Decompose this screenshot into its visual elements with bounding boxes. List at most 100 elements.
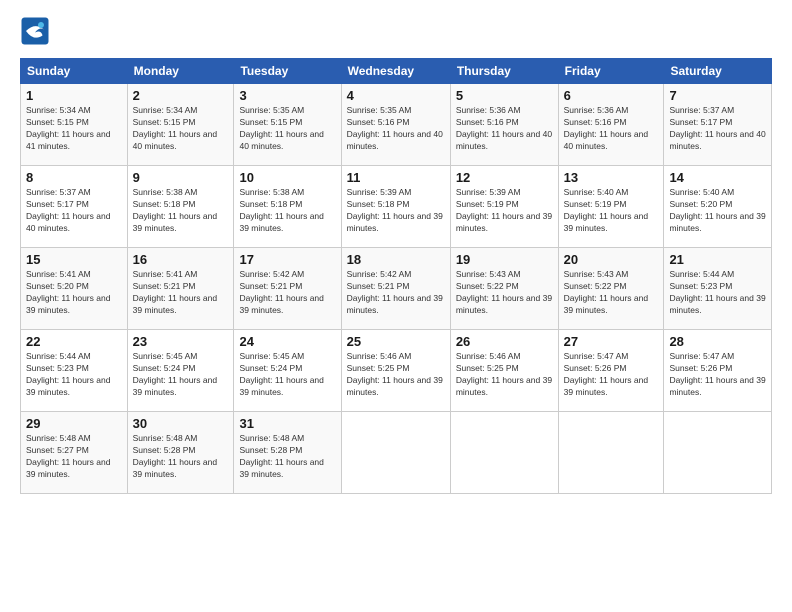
day-cell — [558, 412, 664, 494]
day-number: 13 — [564, 170, 659, 185]
day-cell: 26Sunrise: 5:46 AMSunset: 5:25 PMDayligh… — [450, 330, 558, 412]
day-number: 28 — [669, 334, 766, 349]
header-row: SundayMondayTuesdayWednesdayThursdayFrid… — [21, 59, 772, 84]
day-number: 9 — [133, 170, 229, 185]
day-cell: 18 Sunrise: 5:42 AMSunset: 5:21 PMDayligh… — [341, 248, 450, 330]
day-number: 6 — [564, 88, 659, 103]
day-cell: 22 Sunrise: 5:44 AMSunset: 5:23 PMDayligh… — [21, 330, 128, 412]
day-cell: 20 Sunrise: 5:43 AMSunset: 5:22 PMDayligh… — [558, 248, 664, 330]
day-cell: 25 Sunrise: 5:46 AMSunset: 5:25 PMDayligh… — [341, 330, 450, 412]
day-detail: Sunrise: 5:45 AMSunset: 5:24 PMDaylight:… — [133, 351, 229, 399]
day-cell: 31Sunrise: 5:48 AMSunset: 5:28 PMDayligh… — [234, 412, 341, 494]
day-number: 16 — [133, 252, 229, 267]
day-number: 7 — [669, 88, 766, 103]
day-detail: Sunrise: 5:45 AMSunset: 5:24 PMDaylight:… — [239, 351, 335, 399]
day-cell: 19 Sunrise: 5:43 AMSunset: 5:22 PMDayligh… — [450, 248, 558, 330]
day-cell: 28 Sunrise: 5:47 AMSunset: 5:26 PMDayligh… — [664, 330, 772, 412]
day-number: 25 — [347, 334, 445, 349]
day-cell: 9 Sunrise: 5:38 AMSunset: 5:18 PMDaylight… — [127, 166, 234, 248]
day-cell: 15 Sunrise: 5:41 AMSunset: 5:20 PMDayligh… — [21, 248, 128, 330]
day-number: 19 — [456, 252, 553, 267]
day-cell: 16 Sunrise: 5:41 AMSunset: 5:21 PMDayligh… — [127, 248, 234, 330]
day-number: 24 — [239, 334, 335, 349]
header — [20, 16, 772, 46]
day-detail: Sunrise: 5:41 AMSunset: 5:21 PMDaylight:… — [133, 269, 229, 317]
day-detail: Sunrise: 5:35 AMSunset: 5:16 PMDaylight:… — [347, 105, 445, 153]
col-header-friday: Friday — [558, 59, 664, 84]
col-header-tuesday: Tuesday — [234, 59, 341, 84]
day-detail: Sunrise: 5:40 AMSunset: 5:19 PMDaylight:… — [564, 187, 659, 235]
day-number: 17 — [239, 252, 335, 267]
day-number: 1 — [26, 88, 122, 103]
week-row-3: 15 Sunrise: 5:41 AMSunset: 5:20 PMDayligh… — [21, 248, 772, 330]
day-number: 14 — [669, 170, 766, 185]
day-cell — [664, 412, 772, 494]
day-number: 22 — [26, 334, 122, 349]
day-number: 10 — [239, 170, 335, 185]
day-detail: Sunrise: 5:37 AMSunset: 5:17 PMDaylight:… — [26, 187, 122, 235]
day-number: 4 — [347, 88, 445, 103]
day-number: 11 — [347, 170, 445, 185]
day-detail: Sunrise: 5:38 AMSunset: 5:18 PMDaylight:… — [239, 187, 335, 235]
page: SundayMondayTuesdayWednesdayThursdayFrid… — [0, 0, 792, 612]
day-detail: Sunrise: 5:35 AMSunset: 5:15 PMDaylight:… — [239, 105, 335, 153]
day-detail: Sunrise: 5:40 AMSunset: 5:20 PMDaylight:… — [669, 187, 766, 235]
day-detail: Sunrise: 5:38 AMSunset: 5:18 PMDaylight:… — [133, 187, 229, 235]
calendar-table: SundayMondayTuesdayWednesdayThursdayFrid… — [20, 58, 772, 494]
day-detail: Sunrise: 5:34 AMSunset: 5:15 PMDaylight:… — [133, 105, 229, 153]
day-detail: Sunrise: 5:43 AMSunset: 5:22 PMDaylight:… — [564, 269, 659, 317]
day-number: 27 — [564, 334, 659, 349]
col-header-monday: Monday — [127, 59, 234, 84]
day-cell: 6 Sunrise: 5:36 AMSunset: 5:16 PMDaylight… — [558, 84, 664, 166]
day-cell: 24 Sunrise: 5:45 AMSunset: 5:24 PMDayligh… — [234, 330, 341, 412]
day-number: 12 — [456, 170, 553, 185]
day-cell: 5Sunrise: 5:36 AMSunset: 5:16 PMDaylight… — [450, 84, 558, 166]
day-detail: Sunrise: 5:37 AMSunset: 5:17 PMDaylight:… — [669, 105, 766, 153]
day-cell: 27Sunrise: 5:47 AMSunset: 5:26 PMDayligh… — [558, 330, 664, 412]
day-cell — [341, 412, 450, 494]
day-number: 20 — [564, 252, 659, 267]
week-row-5: 29Sunrise: 5:48 AMSunset: 5:27 PMDayligh… — [21, 412, 772, 494]
week-row-4: 22 Sunrise: 5:44 AMSunset: 5:23 PMDayligh… — [21, 330, 772, 412]
day-detail: Sunrise: 5:42 AMSunset: 5:21 PMDaylight:… — [347, 269, 445, 317]
day-detail: Sunrise: 5:43 AMSunset: 5:22 PMDaylight:… — [456, 269, 553, 317]
day-cell: 29Sunrise: 5:48 AMSunset: 5:27 PMDayligh… — [21, 412, 128, 494]
day-detail: Sunrise: 5:39 AMSunset: 5:19 PMDaylight:… — [456, 187, 553, 235]
logo-icon — [20, 16, 50, 46]
day-number: 21 — [669, 252, 766, 267]
day-cell: 11 Sunrise: 5:39 AMSunset: 5:18 PMDayligh… — [341, 166, 450, 248]
day-number: 18 — [347, 252, 445, 267]
day-detail: Sunrise: 5:41 AMSunset: 5:20 PMDaylight:… — [26, 269, 122, 317]
day-cell — [450, 412, 558, 494]
day-detail: Sunrise: 5:48 AMSunset: 5:28 PMDaylight:… — [239, 433, 335, 481]
day-detail: Sunrise: 5:47 AMSunset: 5:26 PMDaylight:… — [669, 351, 766, 399]
day-cell: 2Sunrise: 5:34 AMSunset: 5:15 PMDaylight… — [127, 84, 234, 166]
day-cell: 30 Sunrise: 5:48 AMSunset: 5:28 PMDayligh… — [127, 412, 234, 494]
day-cell: 10 Sunrise: 5:38 AMSunset: 5:18 PMDayligh… — [234, 166, 341, 248]
day-cell: 3 Sunrise: 5:35 AMSunset: 5:15 PMDaylight… — [234, 84, 341, 166]
day-number: 3 — [239, 88, 335, 103]
day-detail: Sunrise: 5:46 AMSunset: 5:25 PMDaylight:… — [347, 351, 445, 399]
day-cell: 21 Sunrise: 5:44 AMSunset: 5:23 PMDayligh… — [664, 248, 772, 330]
day-cell: 8Sunrise: 5:37 AMSunset: 5:17 PMDaylight… — [21, 166, 128, 248]
day-number: 15 — [26, 252, 122, 267]
col-header-thursday: Thursday — [450, 59, 558, 84]
day-detail: Sunrise: 5:39 AMSunset: 5:18 PMDaylight:… — [347, 187, 445, 235]
day-detail: Sunrise: 5:34 AMSunset: 5:15 PMDaylight:… — [26, 105, 122, 153]
col-header-saturday: Saturday — [664, 59, 772, 84]
day-detail: Sunrise: 5:42 AMSunset: 5:21 PMDaylight:… — [239, 269, 335, 317]
day-detail: Sunrise: 5:48 AMSunset: 5:28 PMDaylight:… — [133, 433, 229, 481]
day-cell: 4 Sunrise: 5:35 AMSunset: 5:16 PMDaylight… — [341, 84, 450, 166]
day-detail: Sunrise: 5:36 AMSunset: 5:16 PMDaylight:… — [564, 105, 659, 153]
day-number: 5 — [456, 88, 553, 103]
week-row-1: 1 Sunrise: 5:34 AMSunset: 5:15 PMDaylight… — [21, 84, 772, 166]
logo — [20, 16, 52, 46]
day-detail: Sunrise: 5:46 AMSunset: 5:25 PMDaylight:… — [456, 351, 553, 399]
day-number: 30 — [133, 416, 229, 431]
day-detail: Sunrise: 5:44 AMSunset: 5:23 PMDaylight:… — [26, 351, 122, 399]
col-header-wednesday: Wednesday — [341, 59, 450, 84]
day-cell: 14 Sunrise: 5:40 AMSunset: 5:20 PMDayligh… — [664, 166, 772, 248]
col-header-sunday: Sunday — [21, 59, 128, 84]
day-cell: 12 Sunrise: 5:39 AMSunset: 5:19 PMDayligh… — [450, 166, 558, 248]
day-detail: Sunrise: 5:44 AMSunset: 5:23 PMDaylight:… — [669, 269, 766, 317]
